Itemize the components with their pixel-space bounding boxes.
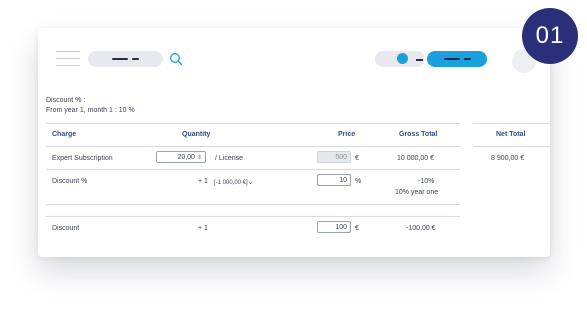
search-icon[interactable] [169,52,183,66]
net-total-value: 8 900,00 € [491,155,525,162]
discount-percent-input[interactable]: 10 [317,174,351,186]
column-header-net-total: Net Total [496,131,526,138]
app-window: Discount % : From year 1, month 1 : 10 %… [38,28,550,257]
row-charge-label: Expert Subscription [52,155,113,162]
quantity-value: 20,00 [177,153,195,161]
gross-total-value: -10% [418,178,435,185]
percent-unit-label: % [355,178,362,185]
discount-summary-title: Discount % : [46,97,86,104]
connector-dash [416,59,423,61]
currency-label: € [355,225,359,232]
unit-label: / License [215,155,244,162]
column-header-charge: Charge [52,131,77,138]
gross-total-note: 10% year one [395,189,439,196]
row-divider [46,169,460,170]
stepper-icon[interactable]: ⇕ [197,154,202,161]
menu-icon[interactable] [56,51,80,67]
price-input: 500 [317,151,351,163]
price-value: 500 [335,153,347,161]
scope-select[interactable]: [-1 000,00 €]⌄ [214,178,254,186]
currency-label: € [355,155,359,162]
search-field[interactable] [88,51,163,67]
toggle-knob [397,53,408,64]
net-header-divider [473,146,550,147]
quantity-value: + 1 [198,225,208,232]
discount-summary-detail: From year 1, month 1 : 10 % [46,107,135,114]
discount-amount-value: 100 [335,223,347,231]
net-top-divider [473,123,550,124]
column-header-gross-total: Gross Total [399,131,438,138]
step-badge: 01 [522,8,578,64]
column-header-price: Price [338,131,356,138]
row-divider [46,204,460,205]
quantity-input[interactable]: 20,00 ⇕ [156,151,206,163]
scope-select-value: [-1 000,00 €] [214,180,248,186]
column-header-quantity: Quantity [182,131,211,138]
discount-percent-value: 10 [339,176,347,184]
header-divider [46,146,460,147]
section-divider [46,216,460,217]
row-charge-label: Discount % [52,178,88,185]
table-top-divider [46,123,460,124]
discount-amount-input[interactable]: 100 [317,221,351,233]
quantity-value: + 1 [198,178,208,185]
gross-total-value: 10 000,00 € [397,155,434,162]
row-charge-label: Discount [52,225,80,232]
primary-action-button[interactable] [427,51,487,67]
chevron-down-icon[interactable]: ⌄ [248,179,254,186]
gross-total-value: -100,00 € [406,225,436,232]
